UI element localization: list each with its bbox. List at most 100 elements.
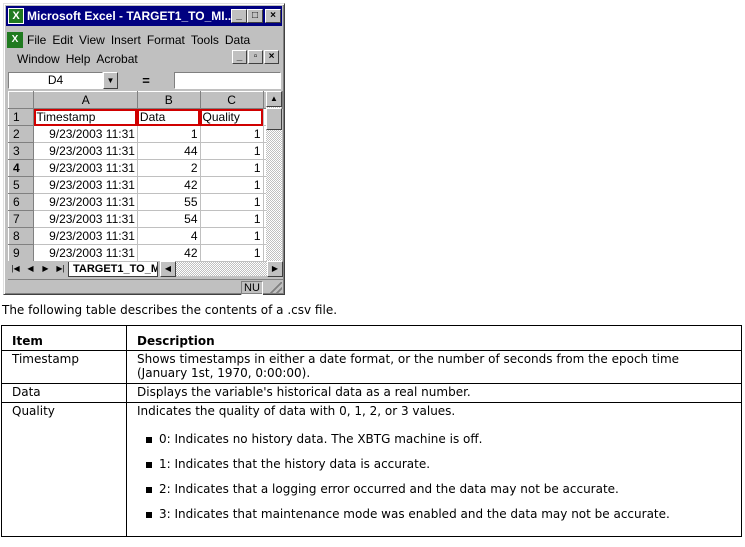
cell-data[interactable]: 44	[136, 142, 201, 160]
excel-window: X Microsoft Excel - TARGET1_TO_MI... _ □…	[3, 3, 285, 295]
list-item: 3: Indicates that maintenance mode was e…	[146, 507, 731, 521]
description-cell: Shows timestamps in either a date format…	[126, 350, 742, 384]
scroll-up-icon[interactable]: ▲	[266, 91, 282, 107]
menu-tools[interactable]: Tools	[191, 33, 219, 47]
title-bar[interactable]: X Microsoft Excel - TARGET1_TO_MI... _ □…	[6, 6, 282, 26]
row-header-active[interactable]: 4	[8, 159, 35, 177]
intro-text: The following table describes the conten…	[2, 303, 338, 317]
sheet-tab-bar: |◀ ◀ ▶ ▶| TARGET1_TO_M ◀ ▶	[8, 261, 283, 277]
cell-a1-timestamp[interactable]: Timestamp	[33, 108, 138, 126]
last-sheet-icon[interactable]: ▶|	[53, 262, 68, 276]
cell-timestamp[interactable]: 9/23/2003 11:31	[33, 244, 138, 261]
vertical-scrollbar[interactable]: ▲	[266, 91, 282, 261]
status-bar: NU	[8, 279, 283, 295]
next-sheet-icon[interactable]: ▶	[38, 262, 53, 276]
header-item: Item	[1, 325, 127, 351]
menu-insert[interactable]: Insert	[111, 33, 141, 47]
window-title: Microsoft Excel - TARGET1_TO_MI...	[27, 9, 231, 23]
quality-bullet-list: 0: Indicates no history data. The XBTG m…	[137, 432, 731, 521]
menu-edit[interactable]: Edit	[52, 33, 73, 47]
spreadsheet-grid[interactable]: A B C 1 Timestamp Data Quality 2 9/23/20…	[8, 91, 283, 261]
cell-data[interactable]: 2	[136, 159, 201, 177]
menu-data[interactable]: Data	[225, 33, 250, 47]
cell-data[interactable]: 4	[136, 227, 201, 245]
menu-row-1: X File Edit View Insert Format Tools Dat…	[7, 31, 256, 49]
minimize-button[interactable]: _	[231, 9, 247, 23]
row-header[interactable]: 3	[8, 142, 35, 160]
cell-data[interactable]: 54	[136, 210, 201, 228]
cell-data[interactable]: 42	[136, 176, 201, 194]
cell-data[interactable]: 1	[136, 125, 201, 143]
cell-timestamp[interactable]: 9/23/2003 11:31	[33, 159, 138, 177]
column-header-b[interactable]: B	[136, 91, 201, 109]
cell-data[interactable]: 55	[136, 193, 201, 211]
first-sheet-icon[interactable]: |◀	[8, 262, 23, 276]
formula-input[interactable]	[174, 72, 281, 89]
table-header-row: Item Description	[1, 325, 742, 351]
cell-quality[interactable]: 1	[199, 159, 264, 177]
menu-window[interactable]: Window	[17, 52, 60, 66]
menu-row-2: Window Help Acrobat	[17, 50, 144, 68]
list-item: 1: Indicates that the history data is ac…	[146, 457, 731, 471]
cell-timestamp[interactable]: 9/23/2003 11:31	[33, 125, 138, 143]
numlock-indicator: NU	[241, 281, 263, 295]
cell-c1-quality[interactable]: Quality	[199, 108, 264, 126]
table-row: Quality Indicates the quality of data wi…	[1, 402, 742, 537]
sheet-table: A B C 1 Timestamp Data Quality 2 9/23/20…	[8, 91, 283, 261]
cell-data[interactable]: 42	[136, 244, 201, 261]
sheet-tab[interactable]: TARGET1_TO_M	[68, 261, 158, 277]
row-header[interactable]: 6	[8, 193, 35, 211]
cell-timestamp[interactable]: 9/23/2003 11:31	[33, 142, 138, 160]
row-header[interactable]: 9	[8, 244, 35, 261]
item-cell: Timestamp	[1, 350, 127, 384]
cell-quality[interactable]: 1	[199, 125, 264, 143]
column-header-a[interactable]: A	[33, 91, 138, 109]
menu-view[interactable]: View	[79, 33, 105, 47]
column-header-c[interactable]: C	[199, 91, 264, 109]
menu-file[interactable]: File	[27, 33, 46, 47]
doc-minimize-button[interactable]: _	[232, 50, 247, 64]
list-item: 2: Indicates that a logging error occurr…	[146, 482, 731, 496]
doc-restore-button[interactable]: ▫	[248, 50, 263, 64]
cell-quality[interactable]: 1	[199, 210, 264, 228]
cell-quality[interactable]: 1	[199, 193, 264, 211]
row-header[interactable]: 8	[8, 227, 35, 245]
menu-acrobat[interactable]: Acrobat	[96, 52, 137, 66]
list-item: 0: Indicates no history data. The XBTG m…	[146, 432, 731, 446]
cell-quality[interactable]: 1	[199, 244, 264, 261]
row-header[interactable]: 2	[8, 125, 35, 143]
menu-help[interactable]: Help	[66, 52, 91, 66]
excel-app-icon[interactable]: X	[8, 8, 24, 24]
resize-grip-icon[interactable]	[270, 282, 282, 294]
cell-quality[interactable]: 1	[199, 227, 264, 245]
formula-equals[interactable]: =	[118, 73, 174, 88]
row-header[interactable]: 1	[8, 108, 35, 126]
cell-quality[interactable]: 1	[199, 142, 264, 160]
table-row: Timestamp Shows timestamps in either a d…	[1, 350, 742, 384]
menu-format[interactable]: Format	[147, 33, 185, 47]
cell-timestamp[interactable]: 9/23/2003 11:31	[33, 210, 138, 228]
workbook-icon[interactable]: X	[7, 32, 23, 48]
horizontal-scrollbar[interactable]: ◀ ▶	[160, 261, 283, 277]
prev-sheet-icon[interactable]: ◀	[23, 262, 38, 276]
close-button[interactable]: ×	[265, 9, 281, 23]
cell-timestamp[interactable]: 9/23/2003 11:31	[33, 227, 138, 245]
name-box[interactable]: D4	[8, 72, 103, 89]
select-all-corner[interactable]	[8, 91, 35, 109]
description-cell-quality: Indicates the quality of data with 0, 1,…	[126, 402, 742, 537]
scroll-left-icon[interactable]: ◀	[160, 261, 176, 277]
scroll-right-icon[interactable]: ▶	[267, 261, 283, 277]
formula-bar: D4 ▼ =	[8, 71, 281, 90]
row-header[interactable]: 7	[8, 210, 35, 228]
cell-quality[interactable]: 1	[199, 176, 264, 194]
cell-b1-data[interactable]: Data	[136, 108, 201, 126]
item-cell: Quality	[1, 402, 127, 537]
cell-timestamp[interactable]: 9/23/2003 11:31	[33, 193, 138, 211]
item-cell: Data	[1, 383, 127, 403]
name-box-dropdown-icon[interactable]: ▼	[103, 72, 118, 89]
cell-timestamp[interactable]: 9/23/2003 11:31	[33, 176, 138, 194]
row-header[interactable]: 5	[8, 176, 35, 194]
maximize-button[interactable]: □	[247, 9, 263, 23]
doc-close-button[interactable]: ×	[264, 50, 279, 64]
vertical-scroll-thumb[interactable]	[266, 108, 282, 130]
